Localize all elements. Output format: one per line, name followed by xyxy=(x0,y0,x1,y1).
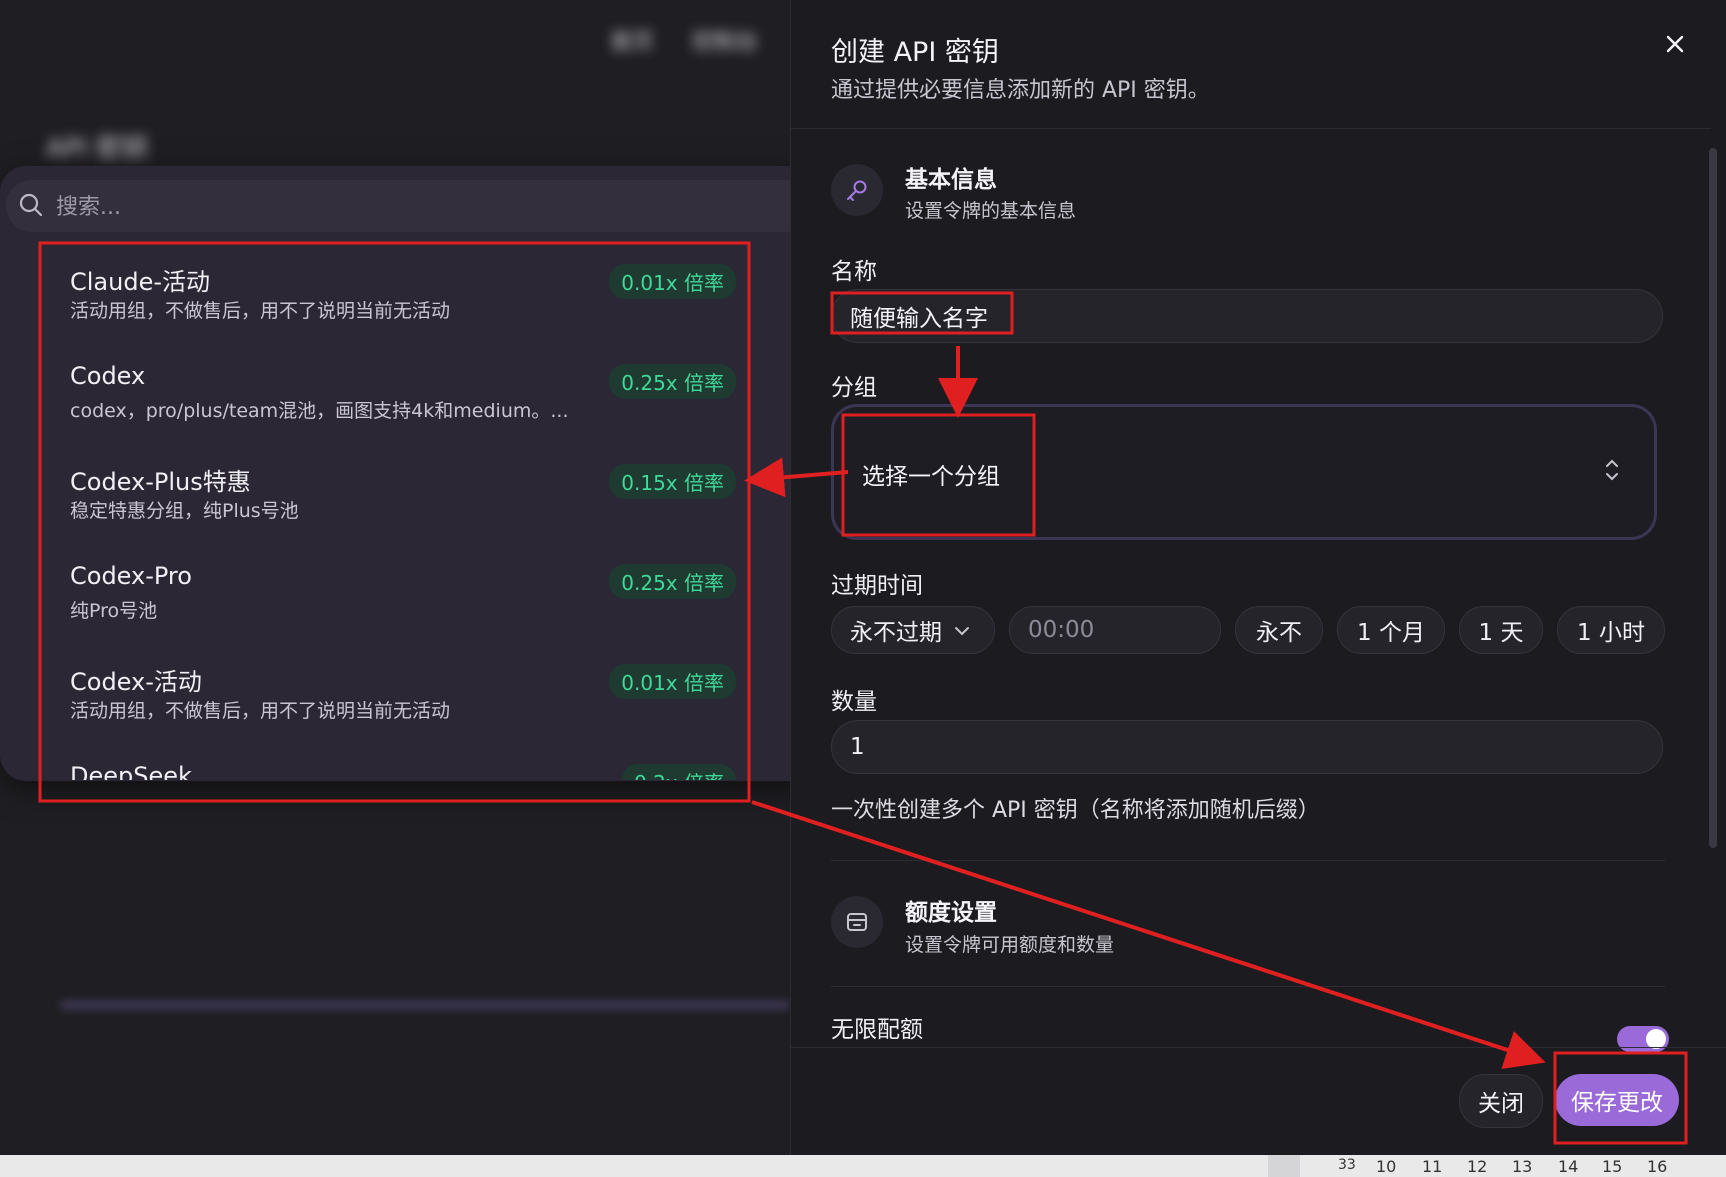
quota-title: 额度设置 xyxy=(905,900,997,926)
taskbar-segment xyxy=(1268,1155,1300,1177)
drawer-scrollbar[interactable] xyxy=(1709,148,1717,848)
search-icon xyxy=(18,192,44,222)
bg-nav-home: 首页 xyxy=(610,30,655,55)
quantity-label: 数量 xyxy=(831,689,877,715)
unlimited-label: 无限配额 xyxy=(831,1017,923,1043)
quota-subtitle: 设置令牌可用额度和数量 xyxy=(905,934,1115,956)
search-input[interactable] xyxy=(54,180,758,234)
group-desc: 活动用组，不做售后，用不了说明当前无活动 xyxy=(70,300,451,322)
time-field[interactable]: 00:00 xyxy=(1009,606,1221,654)
group-select-placeholder: 选择一个分组 xyxy=(862,464,1000,490)
group-rate-badge: 0.2x 倍率 xyxy=(622,764,736,780)
chevron-updown-icon xyxy=(1602,455,1622,489)
taskbar-tick: 15 xyxy=(1602,1157,1623,1176)
group-option[interactable]: Claude-活动 活动用组，不做售后，用不了说明当前无活动 0.01x 倍率 xyxy=(40,250,740,350)
chevron-down-icon xyxy=(954,617,970,643)
time-placeholder: 00:00 xyxy=(1028,617,1095,643)
section-divider xyxy=(831,860,1665,861)
group-rate-badge: 0.25x 倍率 xyxy=(609,364,736,399)
bg-page-heading: API 密钥 xyxy=(46,134,148,164)
expire-label: 过期时间 xyxy=(831,573,923,599)
expire-1month-button[interactable]: 1 个月 xyxy=(1337,606,1445,654)
quantity-hint: 一次性创建多个 API 密钥（名称将添加随机后缀） xyxy=(831,798,1320,823)
name-field[interactable] xyxy=(831,289,1663,343)
group-option[interactable]: Codex-Pro 纯Pro号池 0.25x 倍率 xyxy=(40,550,740,650)
unlimited-toggle[interactable] xyxy=(1617,1026,1669,1052)
group-select[interactable]: 选择一个分组 xyxy=(831,404,1657,540)
taskbar-tick: 11 xyxy=(1422,1157,1443,1176)
taskbar-tick: 10 xyxy=(1376,1157,1397,1176)
name-label: 名称 xyxy=(831,259,877,285)
section-divider xyxy=(831,986,1665,987)
basic-info-subtitle: 设置令牌的基本信息 xyxy=(905,200,1077,222)
group-option[interactable]: Codex codex，pro/plus/team混池，画图支持4k和mediu… xyxy=(40,350,740,450)
group-option[interactable]: Codex-活动 活动用组，不做售后，用不了说明当前无活动 0.01x 倍率 xyxy=(40,650,740,750)
group-name: Codex-活动 xyxy=(70,668,202,696)
group-name: DeepSeek xyxy=(70,762,192,780)
save-button[interactable]: 保存更改 xyxy=(1555,1074,1679,1126)
group-dropdown: Claude-活动 活动用组，不做售后，用不了说明当前无活动 0.01x 倍率 … xyxy=(0,166,825,781)
group-label: 分组 xyxy=(831,375,877,401)
taskbar-tick: 13 xyxy=(1512,1157,1533,1176)
group-name: Codex-Pro xyxy=(70,562,192,590)
group-desc: 活动用组，不做售后，用不了说明当前无活动 xyxy=(70,700,451,722)
group-option[interactable]: Codex-Plus特惠 稳定特惠分组，纯Plus号池 0.15x 倍率 xyxy=(40,450,740,550)
group-name: Codex xyxy=(70,362,146,390)
group-rate-badge: 0.01x 倍率 xyxy=(609,664,736,699)
group-list: Claude-活动 活动用组，不做售后，用不了说明当前无活动 0.01x 倍率 … xyxy=(40,250,740,780)
group-desc: codex，pro/plus/team混池，画图支持4k和medium。... xyxy=(70,400,569,422)
group-desc: 纯Pro号池 xyxy=(70,600,158,622)
group-rate-badge: 0.01x 倍率 xyxy=(609,264,736,299)
header-divider xyxy=(791,128,1711,129)
group-desc: 稳定特惠分组，纯Plus号池 xyxy=(70,500,299,522)
group-rate-badge: 0.15x 倍率 xyxy=(609,464,736,499)
basic-info-title: 基本信息 xyxy=(905,167,997,193)
expire-select[interactable]: 永不过期 xyxy=(831,606,995,654)
taskbar-tick: 33 xyxy=(1338,1157,1356,1173)
name-input[interactable] xyxy=(832,290,1648,342)
bg-nav-console: 控制台 xyxy=(692,30,759,55)
taskbar-tick: 16 xyxy=(1647,1157,1668,1176)
toggle-knob xyxy=(1646,1029,1666,1049)
taskbar-tick: 14 xyxy=(1558,1157,1579,1176)
group-name: Claude-活动 xyxy=(70,268,211,296)
expire-select-value: 永不过期 xyxy=(850,620,942,646)
taskbar-tick: 12 xyxy=(1467,1157,1488,1176)
expire-1hour-button[interactable]: 1 小时 xyxy=(1557,606,1665,654)
group-search[interactable] xyxy=(6,180,810,234)
drawer-subtitle: 通过提供必要信息添加新的 API 密钥。 xyxy=(831,78,1210,103)
group-name: Codex-Plus特惠 xyxy=(70,468,251,496)
quantity-field[interactable] xyxy=(831,720,1663,774)
close-icon[interactable] xyxy=(1661,30,1689,58)
close-button[interactable]: 关闭 xyxy=(1459,1074,1543,1128)
group-rate-badge: 0.25x 倍率 xyxy=(609,564,736,599)
expire-never-button[interactable]: 永不 xyxy=(1235,606,1323,654)
wallet-icon xyxy=(831,896,883,948)
quantity-input[interactable] xyxy=(832,721,1648,773)
key-icon xyxy=(831,164,883,216)
expire-1day-button[interactable]: 1 天 xyxy=(1459,606,1543,654)
drawer-title: 创建 API 密钥 xyxy=(831,37,999,68)
group-option[interactable]: DeepSeek 0.2x 倍率 xyxy=(40,750,740,780)
bg-divider xyxy=(60,1000,790,1010)
create-key-drawer: 创建 API 密钥 通过提供必要信息添加新的 API 密钥。 基本信息 设置令牌… xyxy=(790,0,1726,1155)
taskbar-strip: 33 10 11 12 13 14 15 16 xyxy=(0,1155,1726,1177)
footer-divider xyxy=(791,1047,1726,1048)
